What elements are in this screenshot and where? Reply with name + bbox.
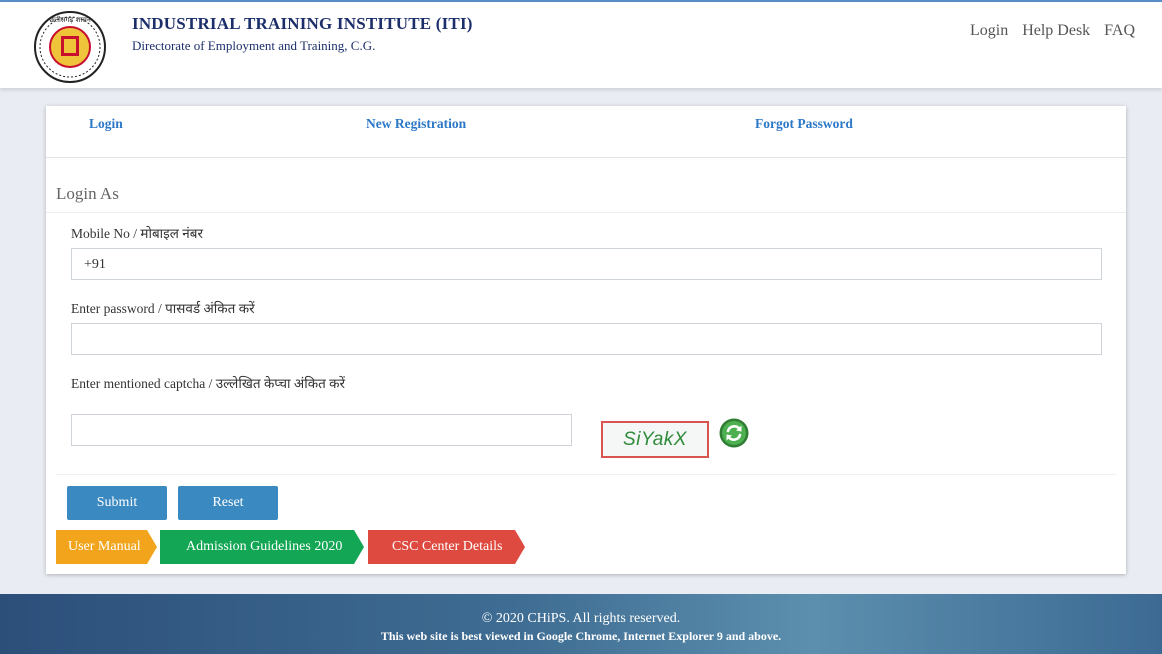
submit-button[interactable]: Submit — [67, 486, 167, 520]
captcha-label: Enter mentioned captcha / उल्लेखित केप्च… — [71, 376, 346, 391]
login-as-heading: Login As — [56, 184, 119, 203]
copyright-text: © 2020 CHiPS. All rights reserved. — [481, 611, 681, 626]
captcha-text: SiYakX — [623, 428, 687, 450]
site-header: छत्तीसगढ़ शासन INDUSTRIAL TRAINING INSTI… — [0, 2, 1162, 88]
tab-new-registration[interactable]: New Registration — [366, 116, 466, 132]
top-nav: Login Help Desk FAQ — [970, 22, 1135, 40]
reset-button[interactable]: Reset — [178, 486, 278, 520]
login-card: Login New Registration Forgot Password L… — [46, 106, 1126, 574]
mobile-label: Mobile No / मोबाइल नंबर — [71, 226, 204, 241]
tab-login[interactable]: Login — [89, 116, 123, 132]
divider — [46, 212, 1126, 213]
svg-text:छत्तीसगढ़ शासन: छत्तीसगढ़ शासन — [49, 15, 91, 24]
tab-forgot-password[interactable]: Forgot Password — [755, 116, 853, 132]
nav-help-desk-link[interactable]: Help Desk — [1022, 22, 1090, 40]
mobile-input[interactable]: +91 — [71, 248, 1102, 280]
csc-center-details-link[interactable]: CSC Center Details — [368, 530, 525, 564]
password-input[interactable] — [71, 323, 1102, 355]
site-title: INDUSTRIAL TRAINING INSTITUTE (ITI) — [132, 14, 473, 33]
user-manual-link[interactable]: User Manual — [56, 530, 157, 564]
password-label: Enter password / पासवर्ड अंकित करें — [71, 301, 255, 316]
divider — [56, 474, 1116, 475]
site-subtitle: Directorate of Employment and Training, … — [132, 38, 376, 53]
captcha-image: SiYakX — [601, 421, 709, 458]
login-tabs: Login New Registration Forgot Password — [46, 106, 1126, 158]
state-emblem-logo: छत्तीसगढ़ शासन — [34, 11, 106, 83]
admission-guidelines-link[interactable]: Admission Guidelines 2020 — [160, 530, 364, 564]
browser-note: This web site is best viewed in Google C… — [380, 629, 782, 643]
nav-login-link[interactable]: Login — [970, 22, 1008, 40]
site-footer: © 2020 CHiPS. All rights reserved. This … — [0, 594, 1162, 654]
nav-faq-link[interactable]: FAQ — [1104, 22, 1135, 40]
refresh-captcha-icon[interactable] — [719, 418, 749, 448]
captcha-input[interactable] — [71, 414, 572, 446]
